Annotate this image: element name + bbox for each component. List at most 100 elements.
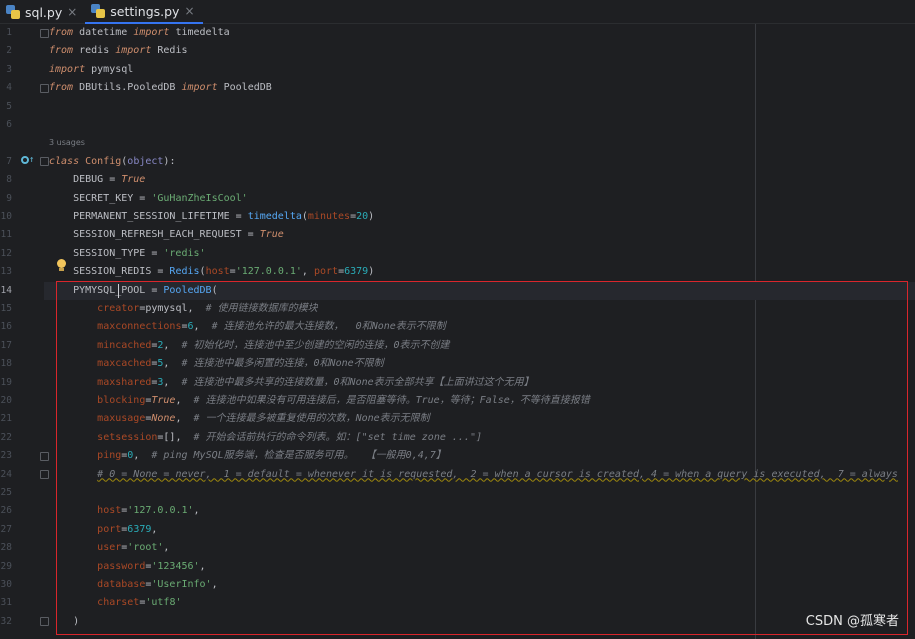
code-token: DEBUG = xyxy=(49,174,122,186)
code-token: ): xyxy=(163,155,176,167)
code-token: True xyxy=(259,229,284,241)
line-number: 1 xyxy=(6,27,12,38)
code-token: '127.0.0.1' xyxy=(235,266,302,278)
code-line[interactable]: 10 PERMANENT_SESSION_LIFETIME = timedelt… xyxy=(0,208,915,226)
code-line[interactable]: 13 SESSION_REDIS = Redis(host='127.0.0.1… xyxy=(0,263,915,281)
line-number: 19 xyxy=(0,376,12,388)
code-line[interactable]: 3 import pymysql xyxy=(0,61,915,79)
code-token: SESSION_TYPE = xyxy=(49,247,164,259)
code-token: import xyxy=(115,45,152,57)
line-number: 12 xyxy=(0,247,12,259)
watermark: CSDN @孤寒者 xyxy=(805,614,899,629)
editor-tab-bar: sql.py × settings.py × xyxy=(0,0,915,24)
code-token: from xyxy=(49,45,74,57)
code-token: timedelta xyxy=(247,211,302,222)
line-number: 31 xyxy=(0,597,12,609)
code-token: timedelta xyxy=(169,27,230,38)
line-number: 26 xyxy=(0,505,12,517)
code-token: redis xyxy=(73,45,116,57)
line-number: 20 xyxy=(0,395,12,406)
code-line[interactable]: 7 class Config(object): xyxy=(0,153,915,171)
fold-marker-icon[interactable] xyxy=(40,617,49,627)
line-number: 18 xyxy=(0,358,12,370)
code-line[interactable]: 6 xyxy=(0,116,915,134)
line-number: 28 xyxy=(0,542,12,554)
code-text: from redis import Redis xyxy=(49,42,188,60)
code-token: Redis xyxy=(169,266,200,278)
tab-sql-py[interactable]: sql.py × xyxy=(0,0,85,24)
fold-marker-icon[interactable] xyxy=(40,157,49,167)
line-number: 22 xyxy=(0,431,12,443)
code-token: SESSION_REDIS = xyxy=(49,266,170,278)
code-token: , xyxy=(301,266,314,278)
line-number: 7 xyxy=(6,155,12,167)
code-token: port xyxy=(313,266,339,278)
code-text: SESSION_REFRESH_EACH_REQUEST = True xyxy=(49,226,284,244)
code-token: Config xyxy=(85,155,122,167)
line-number: 16 xyxy=(0,321,12,333)
line-number: 2 xyxy=(6,45,12,57)
highlight-annotation-box xyxy=(56,281,908,635)
code-token: DBUtils.PooledDB xyxy=(73,82,182,94)
line-number: 3 xyxy=(6,63,12,75)
fold-marker-icon[interactable] xyxy=(40,470,49,480)
class-usages-gutter-icon[interactable]: ↑ xyxy=(21,155,34,168)
code-text: from DBUtils.PooledDB import PooledDB xyxy=(49,79,272,97)
code-line[interactable]: 9 SECRET_KEY = 'GuHanZheIsCool' xyxy=(0,190,915,208)
code-line[interactable]: 12 SESSION_TYPE = 'redis' xyxy=(0,245,915,263)
tab-settings-py[interactable]: settings.py × xyxy=(85,0,203,24)
code-line[interactable]: 4 from DBUtils.PooledDB import PooledDB xyxy=(0,79,915,97)
tab-label: settings.py xyxy=(110,3,180,19)
line-number: 27 xyxy=(0,523,12,535)
code-editor[interactable]: 3 usages 1 from datetime import timedelta 2… xyxy=(0,24,915,639)
python-file-icon xyxy=(91,4,106,18)
close-tab-icon[interactable]: × xyxy=(67,5,77,19)
fold-marker-icon[interactable] xyxy=(40,83,49,93)
code-token: 'redis' xyxy=(163,247,206,259)
code-token: 'GuHanZheIsCool' xyxy=(151,192,248,204)
code-token: 20 xyxy=(356,211,369,222)
tab-label: sql.py xyxy=(25,4,63,20)
python-file-icon xyxy=(6,5,20,19)
code-text: from datetime import timedelta xyxy=(49,24,230,42)
line-number: 30 xyxy=(0,579,12,590)
line-number: 4 xyxy=(6,82,12,94)
code-token: object xyxy=(127,155,164,167)
code-token: SESSION_REFRESH_EACH_REQUEST = xyxy=(49,229,260,241)
code-token: ) xyxy=(368,266,375,278)
code-text: SESSION_REDIS = Redis(host='127.0.0.1', … xyxy=(49,263,374,281)
code-line[interactable]: 8 DEBUG = True xyxy=(0,171,915,189)
line-number: 25 xyxy=(0,487,12,498)
line-number: 13 xyxy=(0,266,12,278)
code-line[interactable]: 2 from redis import Redis xyxy=(0,42,915,60)
code-token: import xyxy=(49,63,86,75)
line-number: 29 xyxy=(0,560,12,572)
code-line[interactable]: 11 SESSION_REFRESH_EACH_REQUEST = True xyxy=(0,226,915,244)
intention-bulb-icon[interactable] xyxy=(56,259,67,272)
line-number: 21 xyxy=(0,413,12,425)
code-token: Redis xyxy=(151,45,188,57)
code-token: from xyxy=(49,27,74,38)
code-token: 6379 xyxy=(344,266,369,278)
code-token: True xyxy=(121,174,146,186)
code-token: host xyxy=(205,266,230,278)
code-token: ) xyxy=(368,211,375,222)
code-token: PERMANENT_SESSION_LIFETIME = xyxy=(49,211,248,222)
code-token: SECRET_KEY = xyxy=(49,192,152,204)
line-number: 32 xyxy=(0,615,12,627)
code-token: minutes xyxy=(307,211,351,222)
code-token: class xyxy=(49,155,80,167)
fold-marker-icon[interactable] xyxy=(40,28,49,38)
code-text: SESSION_TYPE = 'redis' xyxy=(49,245,206,263)
line-number: 11 xyxy=(0,229,12,241)
code-token: pymysql xyxy=(85,63,134,75)
close-tab-icon[interactable]: × xyxy=(184,4,194,18)
code-line[interactable]: 1 from datetime import timedelta xyxy=(0,24,915,42)
code-token: PooledDB xyxy=(217,82,272,94)
code-line[interactable]: 5 xyxy=(0,98,915,116)
code-text: DEBUG = True xyxy=(49,171,145,189)
line-number: 6 xyxy=(6,119,12,130)
usages-hint[interactable]: 3 usages xyxy=(49,134,85,152)
code-token: from xyxy=(49,82,74,94)
fold-marker-icon[interactable] xyxy=(40,451,49,461)
